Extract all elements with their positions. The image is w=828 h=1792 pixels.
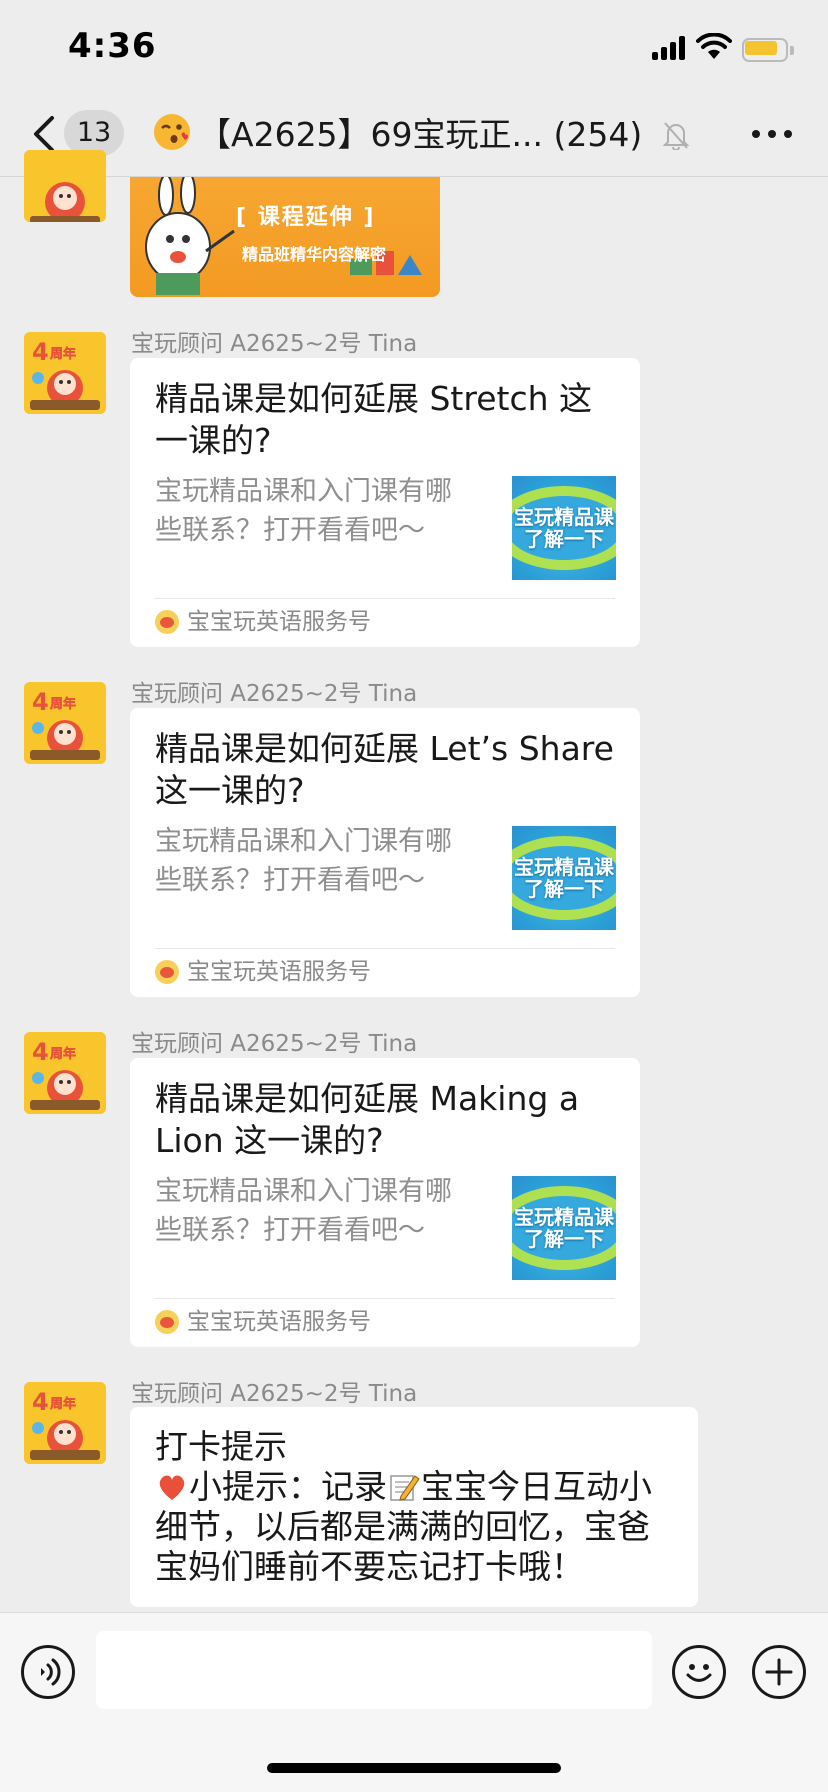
- sender-name: 宝玩顾问 A2625~2号 Tina: [131, 1031, 418, 1057]
- article-card[interactable]: 精品课是如何延展 Stretch 这一课的? 宝玩精品课和入门课有哪些联系？打开…: [130, 358, 640, 647]
- svg-text:4: 4: [32, 1038, 49, 1066]
- status-bar: 4:36: [0, 0, 828, 100]
- voice-input-button[interactable]: [21, 1645, 75, 1699]
- more-options-icon[interactable]: [752, 130, 792, 142]
- sender-name: 宝玩顾问 A2625~2号 Tina: [131, 331, 418, 357]
- service-account-icon: [155, 1310, 179, 1334]
- more-functions-button[interactable]: [752, 1645, 806, 1699]
- course-extension-image[interactable]: [ 课程延伸 ] 精品班精华内容解密: [130, 177, 440, 297]
- cellular-signal-icon: [652, 36, 688, 60]
- article-thumbnail: 宝玩精品课 了解一下: [512, 826, 616, 930]
- heart-icon: [159, 1475, 185, 1500]
- plus-icon: [765, 1658, 793, 1686]
- service-account-icon: [155, 610, 179, 634]
- article-source: 宝宝玩英语服务号: [155, 604, 371, 640]
- article-source: 宝宝玩英语服务号: [155, 1304, 371, 1340]
- card-divider: [155, 598, 615, 599]
- avatar[interactable]: [24, 150, 106, 222]
- sender-name: 宝玩顾问 A2625~2号 Tina: [131, 681, 418, 707]
- article-card[interactable]: 精品课是如何延展 Let’s Share 这一课的? 宝玩精品课和入门课有哪些联…: [130, 708, 640, 997]
- article-title: 精品课是如何延展 Let’s Share 这一课的?: [155, 729, 614, 810]
- article-card[interactable]: 精品课是如何延展 Making a Lion 这一课的? 宝玩精品课和入门课有哪…: [130, 1058, 640, 1347]
- muted-bell-icon: [662, 122, 690, 150]
- chat-title-text: 【A2625】69宝玩正... (254): [198, 115, 643, 154]
- course-subtitle: 精品班精华内容解密: [242, 245, 387, 264]
- course-tag: [ 课程延伸 ]: [236, 205, 376, 230]
- text-message-bubble[interactable]: 打卡提示 小提示：记录 宝宝今日互动小细节，以后都是满满的回忆，宝爸宝妈们睡前不要忘…: [130, 1407, 698, 1607]
- service-account-icon: [155, 960, 179, 984]
- card-divider: [155, 1298, 615, 1299]
- article-description: 宝玩精品课和入门课有哪些联系？打开看看吧～: [155, 826, 452, 896]
- avatar[interactable]: 4 周年: [24, 1032, 106, 1114]
- chat-title[interactable]: 【A2625】69宝玩正... (254): [152, 112, 642, 156]
- avatar[interactable]: 4 周年: [24, 332, 106, 414]
- article-source: 宝宝玩英语服务号: [155, 954, 371, 990]
- svg-text:4: 4: [32, 688, 49, 716]
- svg-text:4: 4: [32, 338, 49, 366]
- sender-name: 宝玩顾问 A2625~2号 Tina: [131, 1381, 418, 1407]
- article-title: 精品课是如何延展 Stretch 这一课的?: [155, 379, 593, 460]
- emoji-button[interactable]: [672, 1645, 726, 1699]
- text-message-body: 打卡提示 小提示：记录 宝宝今日互动小细节，以后都是满满的回忆，宝爸宝妈们睡前不要忘…: [155, 1427, 652, 1586]
- avatar[interactable]: 4 周年: [24, 682, 106, 764]
- wifi-icon: [696, 33, 732, 59]
- article-title: 精品课是如何延展 Making a Lion 这一课的?: [155, 1079, 580, 1160]
- message-input[interactable]: [96, 1631, 652, 1709]
- article-description: 宝玩精品课和入门课有哪些联系？打开看看吧～: [155, 1176, 452, 1246]
- article-thumbnail: 宝玩精品课 了解一下: [512, 476, 616, 580]
- battery-icon: [742, 38, 794, 62]
- article-description: 宝玩精品课和入门课有哪些联系？打开看看吧～: [155, 476, 452, 546]
- smiley-face-icon: [686, 1664, 712, 1682]
- home-indicator[interactable]: [267, 1763, 561, 1773]
- chat-header: 13 【A2625】69宝玩正... (254): [0, 100, 828, 177]
- status-time: 4:36: [68, 26, 157, 66]
- memo-pencil-icon: [390, 1475, 420, 1501]
- card-divider: [155, 948, 615, 949]
- article-thumbnail: 宝玩精品课 了解一下: [512, 1176, 616, 1280]
- svg-text:4: 4: [32, 1388, 49, 1416]
- kissing-face-emoji-icon: [154, 114, 190, 150]
- voice-wave-icon: [41, 1658, 61, 1686]
- avatar[interactable]: 4 周年: [24, 1382, 106, 1464]
- svg-text:周年: 周年: [50, 346, 76, 362]
- svg-text:周年: 周年: [50, 1396, 76, 1412]
- svg-text:周年: 周年: [50, 696, 76, 712]
- svg-text:周年: 周年: [50, 1046, 76, 1062]
